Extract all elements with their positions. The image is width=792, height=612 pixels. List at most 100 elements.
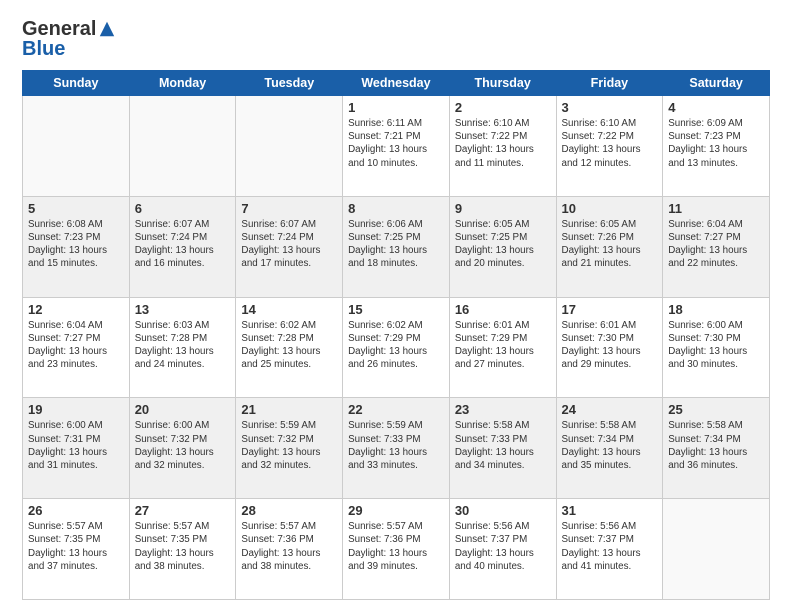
day-number: 13: [135, 302, 231, 317]
weekday-header-wednesday: Wednesday: [343, 71, 450, 96]
day-info: Sunrise: 5:59 AM Sunset: 7:33 PM Dayligh…: [348, 419, 444, 472]
header: General Blue: [22, 18, 770, 60]
day-number: 14: [241, 302, 337, 317]
day-info: Sunrise: 6:02 AM Sunset: 7:29 PM Dayligh…: [348, 319, 444, 372]
weekday-header-saturday: Saturday: [663, 71, 770, 96]
day-number: 9: [455, 201, 551, 216]
calendar-week-row: 5Sunrise: 6:08 AM Sunset: 7:23 PM Daylig…: [23, 196, 770, 297]
day-info: Sunrise: 5:56 AM Sunset: 7:37 PM Dayligh…: [455, 520, 551, 573]
calendar-cell: 24 Sunrise: 5:58 AM Sunset: 7:34 PM Dayli…: [556, 398, 663, 499]
day-info: Sunrise: 6:08 AM Sunset: 7:23 PM Dayligh…: [28, 218, 124, 271]
calendar-cell: 29 Sunrise: 5:57 AM Sunset: 7:36 PM Dayli…: [343, 499, 450, 600]
calendar-cell: [129, 96, 236, 197]
day-info: Sunrise: 6:00 AM Sunset: 7:31 PM Dayligh…: [28, 419, 124, 472]
weekday-header-friday: Friday: [556, 71, 663, 96]
calendar-cell: 9 Sunrise: 6:05 AM Sunset: 7:25 PM Daylig…: [449, 196, 556, 297]
day-info: Sunrise: 5:59 AM Sunset: 7:32 PM Dayligh…: [241, 419, 337, 472]
day-info: Sunrise: 6:11 AM Sunset: 7:21 PM Dayligh…: [348, 117, 444, 170]
logo-icon: [98, 20, 116, 38]
day-info: Sunrise: 6:04 AM Sunset: 7:27 PM Dayligh…: [28, 319, 124, 372]
day-info: Sunrise: 6:00 AM Sunset: 7:32 PM Dayligh…: [135, 419, 231, 472]
day-info: Sunrise: 6:09 AM Sunset: 7:23 PM Dayligh…: [668, 117, 764, 170]
calendar-cell: 3 Sunrise: 6:10 AM Sunset: 7:22 PM Daylig…: [556, 96, 663, 197]
calendar-cell: 16 Sunrise: 6:01 AM Sunset: 7:29 PM Dayli…: [449, 297, 556, 398]
day-info: Sunrise: 6:02 AM Sunset: 7:28 PM Dayligh…: [241, 319, 337, 372]
day-number: 18: [668, 302, 764, 317]
calendar-table: SundayMondayTuesdayWednesdayThursdayFrid…: [22, 70, 770, 600]
calendar-cell: 23 Sunrise: 5:58 AM Sunset: 7:33 PM Dayli…: [449, 398, 556, 499]
day-number: 15: [348, 302, 444, 317]
day-number: 12: [28, 302, 124, 317]
calendar-week-row: 19 Sunrise: 6:00 AM Sunset: 7:31 PM Dayli…: [23, 398, 770, 499]
day-number: 19: [28, 402, 124, 417]
calendar-cell: 4Sunrise: 6:09 AM Sunset: 7:23 PM Daylig…: [663, 96, 770, 197]
day-info: Sunrise: 5:57 AM Sunset: 7:36 PM Dayligh…: [348, 520, 444, 573]
day-number: 6: [135, 201, 231, 216]
day-info: Sunrise: 6:06 AM Sunset: 7:25 PM Dayligh…: [348, 218, 444, 271]
weekday-header-thursday: Thursday: [449, 71, 556, 96]
day-number: 11: [668, 201, 764, 216]
calendar-cell: 22 Sunrise: 5:59 AM Sunset: 7:33 PM Dayli…: [343, 398, 450, 499]
calendar-cell: 27 Sunrise: 5:57 AM Sunset: 7:35 PM Dayli…: [129, 499, 236, 600]
day-info: Sunrise: 5:57 AM Sunset: 7:36 PM Dayligh…: [241, 520, 337, 573]
calendar-cell: 31 Sunrise: 5:56 AM Sunset: 7:37 PM Dayli…: [556, 499, 663, 600]
calendar-cell: 7 Sunrise: 6:07 AM Sunset: 7:24 PM Daylig…: [236, 196, 343, 297]
calendar-cell: 17 Sunrise: 6:01 AM Sunset: 7:30 PM Dayli…: [556, 297, 663, 398]
day-number: 24: [562, 402, 658, 417]
calendar-cell: 15 Sunrise: 6:02 AM Sunset: 7:29 PM Dayli…: [343, 297, 450, 398]
weekday-header-monday: Monday: [129, 71, 236, 96]
day-number: 8: [348, 201, 444, 216]
day-number: 1: [348, 100, 444, 115]
day-info: Sunrise: 6:05 AM Sunset: 7:25 PM Dayligh…: [455, 218, 551, 271]
calendar-cell: 25 Sunrise: 5:58 AM Sunset: 7:34 PM Dayli…: [663, 398, 770, 499]
day-number: 25: [668, 402, 764, 417]
day-number: 17: [562, 302, 658, 317]
day-number: 23: [455, 402, 551, 417]
weekday-header-tuesday: Tuesday: [236, 71, 343, 96]
calendar-week-row: 26 Sunrise: 5:57 AM Sunset: 7:35 PM Dayli…: [23, 499, 770, 600]
day-number: 20: [135, 402, 231, 417]
day-info: Sunrise: 6:07 AM Sunset: 7:24 PM Dayligh…: [135, 218, 231, 271]
day-number: 27: [135, 503, 231, 518]
day-info: Sunrise: 6:01 AM Sunset: 7:29 PM Dayligh…: [455, 319, 551, 372]
calendar-cell: 2Sunrise: 6:10 AM Sunset: 7:22 PM Daylig…: [449, 96, 556, 197]
day-info: Sunrise: 5:57 AM Sunset: 7:35 PM Dayligh…: [135, 520, 231, 573]
day-info: Sunrise: 5:58 AM Sunset: 7:34 PM Dayligh…: [562, 419, 658, 472]
logo-general: General: [22, 18, 96, 40]
day-info: Sunrise: 6:01 AM Sunset: 7:30 PM Dayligh…: [562, 319, 658, 372]
calendar-cell: 14 Sunrise: 6:02 AM Sunset: 7:28 PM Dayli…: [236, 297, 343, 398]
logo: General Blue: [22, 18, 116, 60]
calendar-cell: 20 Sunrise: 6:00 AM Sunset: 7:32 PM Dayli…: [129, 398, 236, 499]
day-info: Sunrise: 5:56 AM Sunset: 7:37 PM Dayligh…: [562, 520, 658, 573]
day-number: 21: [241, 402, 337, 417]
calendar-cell: 6 Sunrise: 6:07 AM Sunset: 7:24 PM Daylig…: [129, 196, 236, 297]
calendar-cell: 13 Sunrise: 6:03 AM Sunset: 7:28 PM Dayli…: [129, 297, 236, 398]
day-number: 26: [28, 503, 124, 518]
weekday-header-sunday: Sunday: [23, 71, 130, 96]
day-info: Sunrise: 5:58 AM Sunset: 7:34 PM Dayligh…: [668, 419, 764, 472]
calendar-cell: [236, 96, 343, 197]
day-info: Sunrise: 6:00 AM Sunset: 7:30 PM Dayligh…: [668, 319, 764, 372]
day-number: 2: [455, 100, 551, 115]
page: General Blue SundayMondayTuesdayWednesda…: [0, 0, 792, 612]
day-number: 28: [241, 503, 337, 518]
day-number: 30: [455, 503, 551, 518]
day-number: 16: [455, 302, 551, 317]
day-info: Sunrise: 6:07 AM Sunset: 7:24 PM Dayligh…: [241, 218, 337, 271]
day-number: 31: [562, 503, 658, 518]
day-info: Sunrise: 6:03 AM Sunset: 7:28 PM Dayligh…: [135, 319, 231, 372]
day-info: Sunrise: 6:10 AM Sunset: 7:22 PM Dayligh…: [562, 117, 658, 170]
calendar-cell: 30 Sunrise: 5:56 AM Sunset: 7:37 PM Dayli…: [449, 499, 556, 600]
day-number: 3: [562, 100, 658, 115]
logo-blue: Blue: [22, 38, 116, 60]
day-number: 22: [348, 402, 444, 417]
day-info: Sunrise: 5:58 AM Sunset: 7:33 PM Dayligh…: [455, 419, 551, 472]
calendar-cell: 19 Sunrise: 6:00 AM Sunset: 7:31 PM Dayli…: [23, 398, 130, 499]
day-number: 10: [562, 201, 658, 216]
calendar-cell: 18 Sunrise: 6:00 AM Sunset: 7:30 PM Dayli…: [663, 297, 770, 398]
calendar-cell: [23, 96, 130, 197]
calendar-cell: 1 Sunrise: 6:11 AM Sunset: 7:21 PM Daylig…: [343, 96, 450, 197]
day-number: 7: [241, 201, 337, 216]
calendar-cell: 21 Sunrise: 5:59 AM Sunset: 7:32 PM Dayli…: [236, 398, 343, 499]
day-number: 29: [348, 503, 444, 518]
